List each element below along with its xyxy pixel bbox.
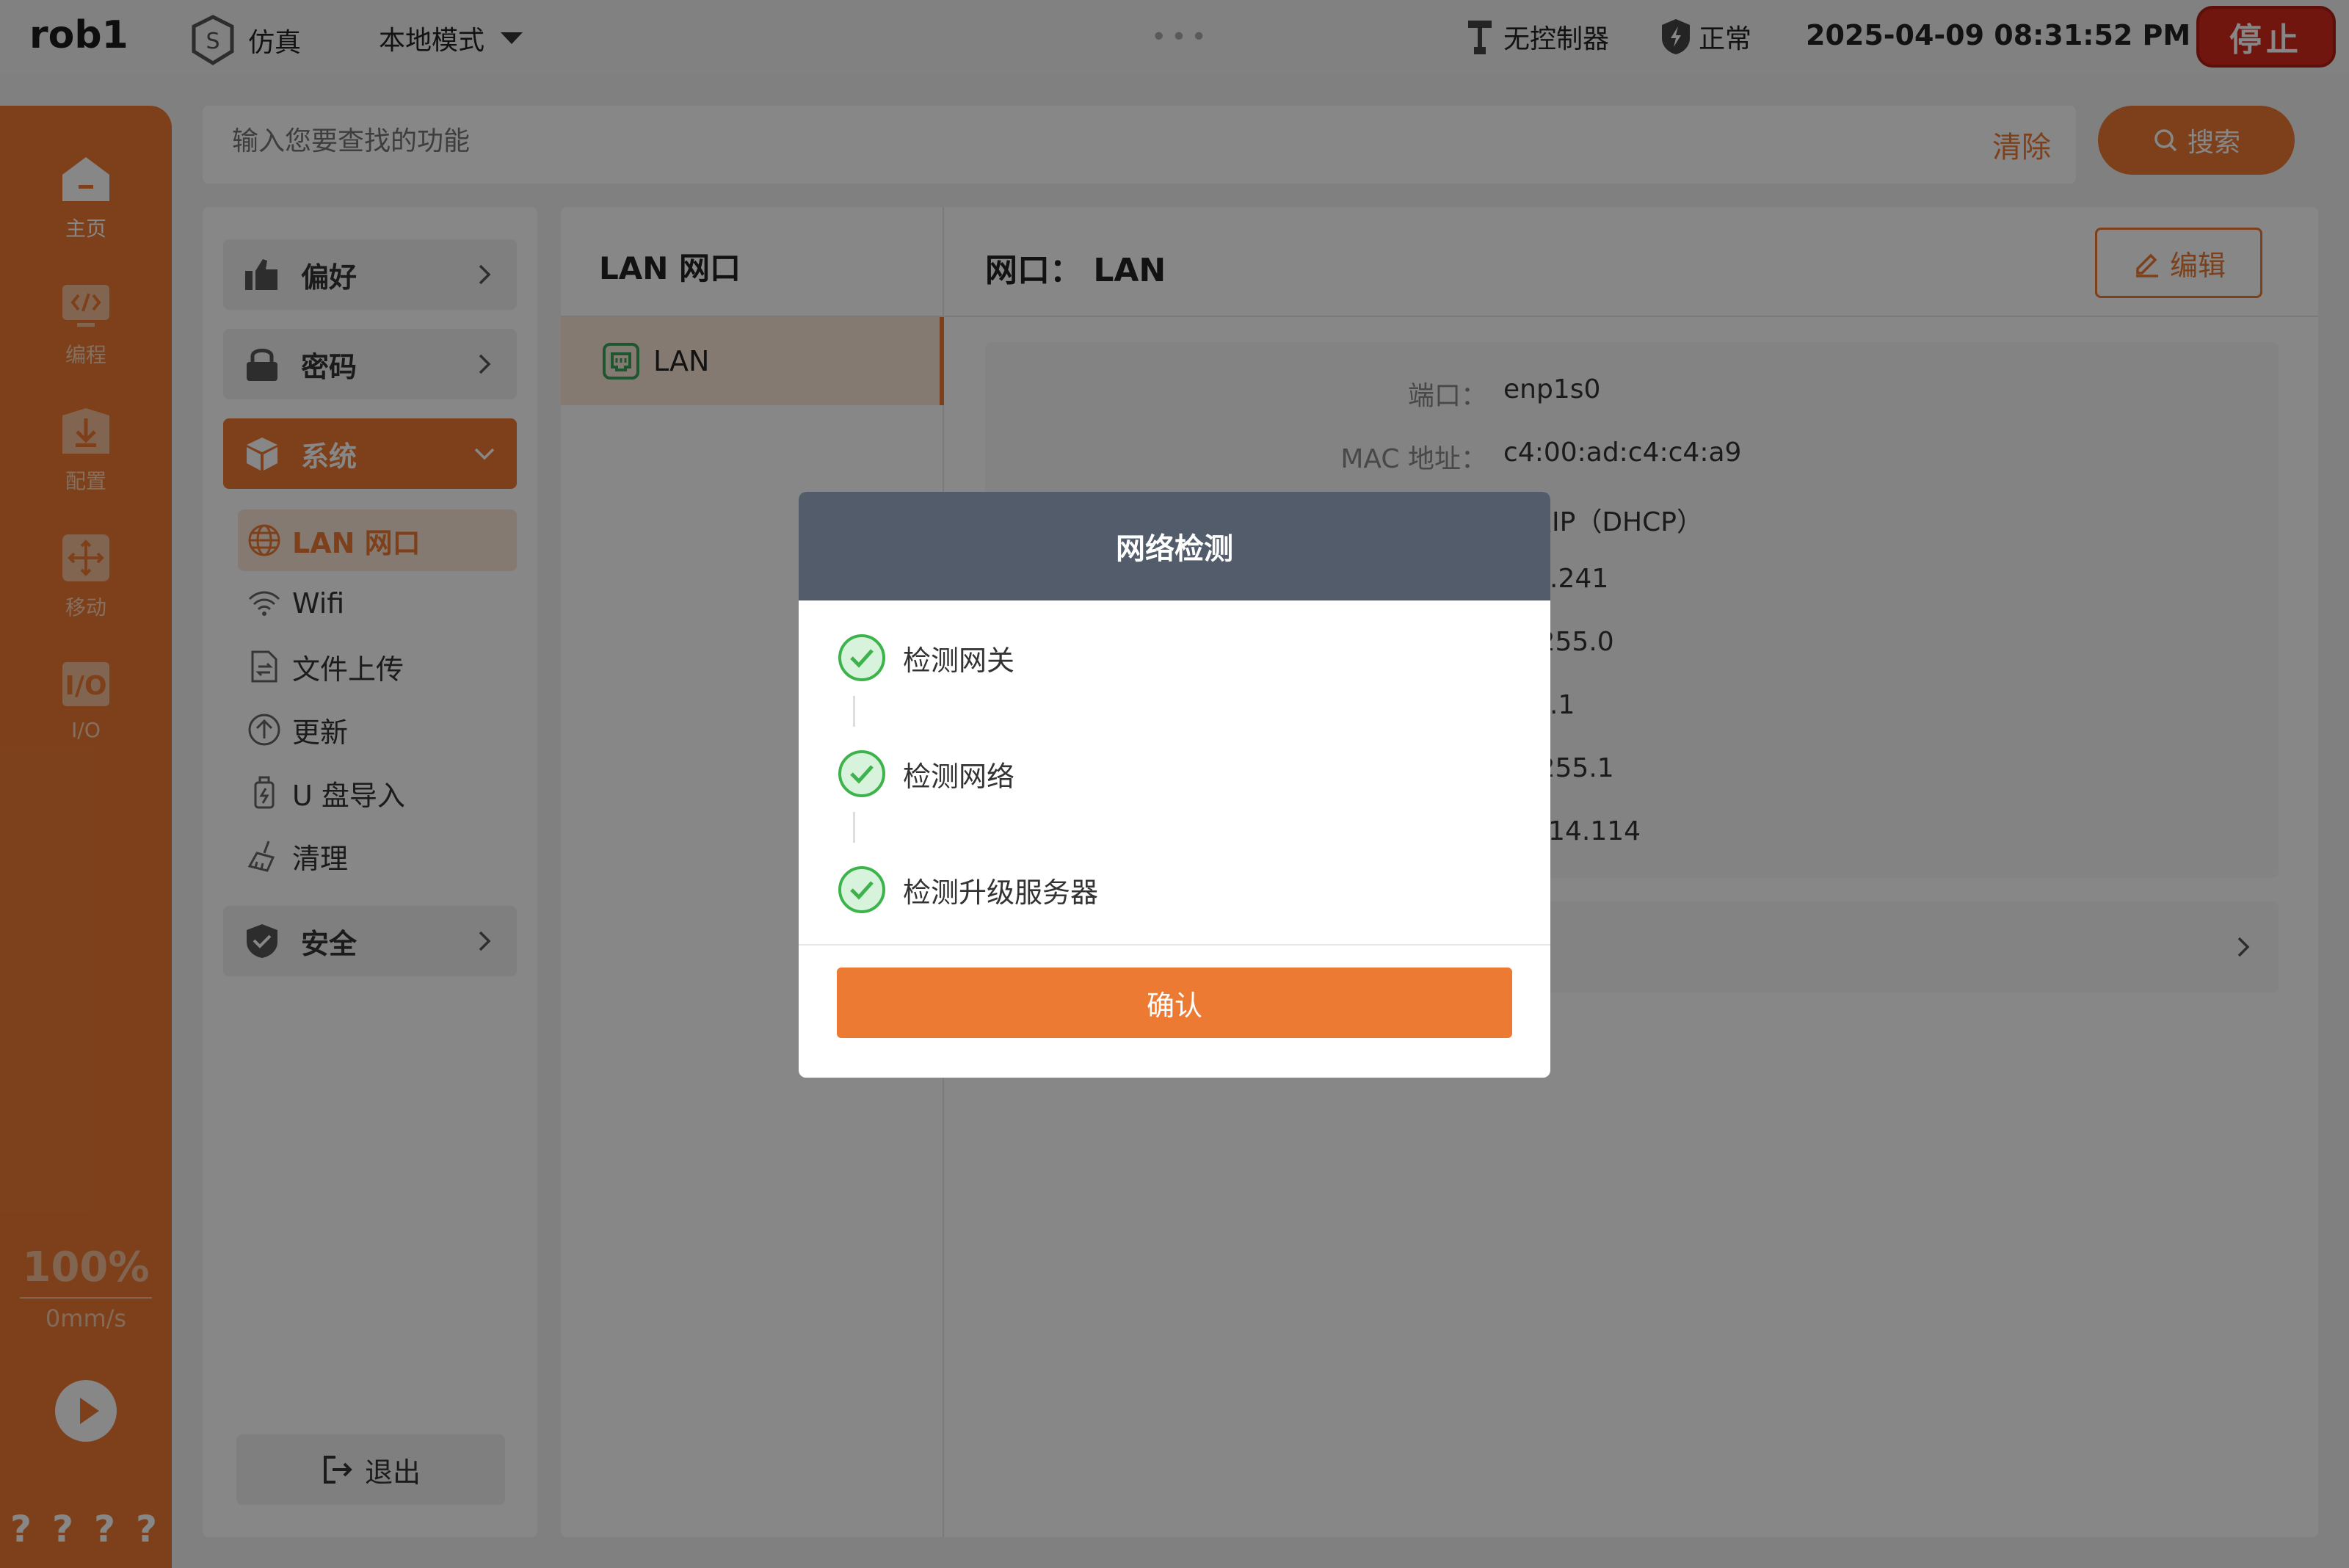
check-circle-icon bbox=[838, 750, 885, 797]
check-gateway: 检测网关 bbox=[837, 633, 1014, 683]
check-connector bbox=[853, 812, 855, 843]
check-label: 检测网关 bbox=[903, 644, 1015, 677]
check-label: 检测网络 bbox=[903, 760, 1015, 793]
dialog-title: 网络检测 bbox=[799, 492, 1550, 600]
check-connector bbox=[853, 696, 855, 727]
network-check-dialog: 网络检测 检测网关 检测网络 检测升级服务器 确认 bbox=[799, 492, 1550, 1078]
check-circle-icon bbox=[838, 634, 885, 681]
dialog-divider bbox=[799, 944, 1550, 945]
check-label: 检测升级服务器 bbox=[903, 876, 1099, 909]
check-update-server: 检测升级服务器 bbox=[837, 865, 1098, 915]
check-network: 检测网络 bbox=[837, 749, 1014, 799]
check-circle-icon bbox=[838, 866, 885, 913]
confirm-button[interactable]: 确认 bbox=[837, 968, 1512, 1038]
